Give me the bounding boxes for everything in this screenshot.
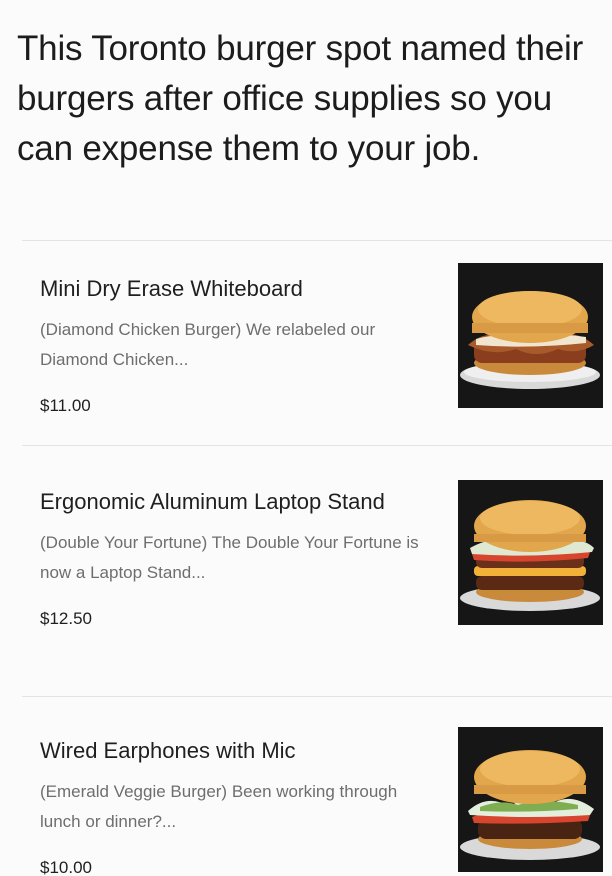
menu-item[interactable]: Ergonomic Aluminum Laptop Stand (Double … (22, 445, 612, 696)
menu-item-text: Ergonomic Aluminum Laptop Stand (Double … (40, 482, 430, 632)
menu-item-name: Ergonomic Aluminum Laptop Stand (40, 489, 385, 514)
menu-item-price: $11.00 (40, 396, 91, 415)
screenshot-page: This Toronto burger spot named their bur… (0, 0, 612, 876)
chicken-burger-photo[interactable] (458, 263, 603, 408)
double-burger-photo[interactable] (458, 480, 603, 625)
menu-item-description: (Diamond Chicken Burger) We relabeled ou… (40, 320, 376, 369)
menu-item-name: Wired Earphones with Mic (40, 738, 296, 763)
menu-item-price: $12.50 (40, 609, 92, 628)
veggie-burger-photo[interactable] (458, 727, 603, 872)
menu-item-description: (Emerald Veggie Burger) Been working thr… (40, 782, 398, 831)
menu-item-text: Wired Earphones with Mic (Emerald Veggie… (40, 731, 430, 876)
menu-item[interactable]: Wired Earphones with Mic (Emerald Veggie… (22, 696, 612, 876)
menu-item-description: (Double Your Fortune) The Double Your Fo… (40, 533, 419, 582)
post-caption: This Toronto burger spot named their bur… (17, 29, 584, 168)
menu-item[interactable]: Mini Dry Erase Whiteboard (Diamond Chick… (22, 240, 612, 445)
menu-list: Mini Dry Erase Whiteboard (Diamond Chick… (22, 240, 612, 876)
menu-item-price: $10.00 (40, 858, 92, 876)
menu-item-name: Mini Dry Erase Whiteboard (40, 276, 303, 301)
menu-item-text: Mini Dry Erase Whiteboard (Diamond Chick… (40, 269, 430, 419)
